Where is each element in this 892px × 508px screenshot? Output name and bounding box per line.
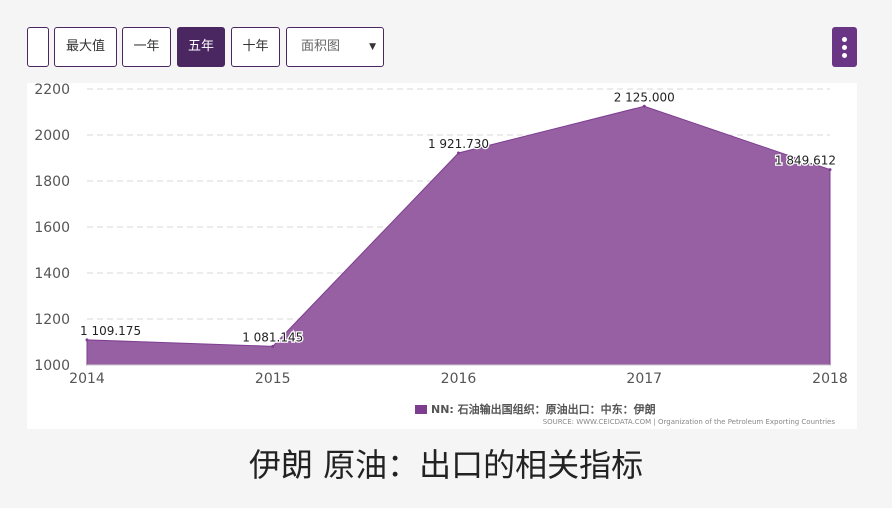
source-note: SOURCE: WWW.CEICDATA.COM | Organization … [542,418,835,426]
chart-type-select[interactable]: 面积图 ▼ [286,27,384,67]
chart-type-value: 面积图 [301,39,341,54]
y-tick-label: 1400 [34,266,70,282]
range-max-button[interactable]: 最大值 [54,27,117,67]
area-chart: 1000 1200 1400 1600 1800 2000 2200 2014 2015 2016… [34,83,848,387]
range-5y-button[interactable]: 五年 [177,27,225,67]
data-label: 2 125.000 [614,90,675,104]
legend-label: NN: 石油输出国组织：原油出口：中东：伊朗 [431,403,656,416]
y-tick-label: 2000 [34,128,70,144]
data-point [828,168,832,172]
chart-legend[interactable]: NN: 石油输出国组织：原油出口：中东：伊朗 [415,401,656,417]
range-1y-button[interactable]: 一年 [122,27,171,67]
x-tick-label: 2015 [255,371,291,387]
x-tick-label: 2017 [626,371,662,387]
page-caption: 伊朗 原油：出口的相关指标 [248,446,644,484]
x-tick-label: 2018 [812,371,848,387]
data-label: 1 081.145 [242,330,303,344]
legend-swatch [415,405,427,414]
y-tick-label: 1000 [34,358,70,374]
chart-area: 1000 1200 1400 1600 1800 2000 2200 2014 2015 2016… [27,83,857,429]
dropdown-caret-icon: ▼ [369,42,376,52]
range-10y-button[interactable]: 十年 [231,27,280,67]
x-tick-label: 2014 [69,371,105,387]
chart-toolbar: 最大值 一年 五年 十年 面积图 ▼ [27,27,857,67]
data-point [642,104,646,108]
y-tick-label: 1200 [34,312,70,328]
y-tick-label: 1600 [34,220,70,236]
y-tick-label: 2200 [34,83,70,98]
data-point [271,344,275,348]
data-label: 1 849.612 [775,154,836,168]
data-label: 1 109.175 [80,324,141,338]
x-tick-label: 2016 [441,371,477,387]
data-point [457,151,460,155]
blank-range-button[interactable] [27,27,49,67]
data-point [85,338,89,342]
y-tick-label: 1800 [34,174,70,190]
vertical-ellipsis-icon[interactable] [832,27,857,67]
data-label: 1 921.730 [428,137,489,151]
